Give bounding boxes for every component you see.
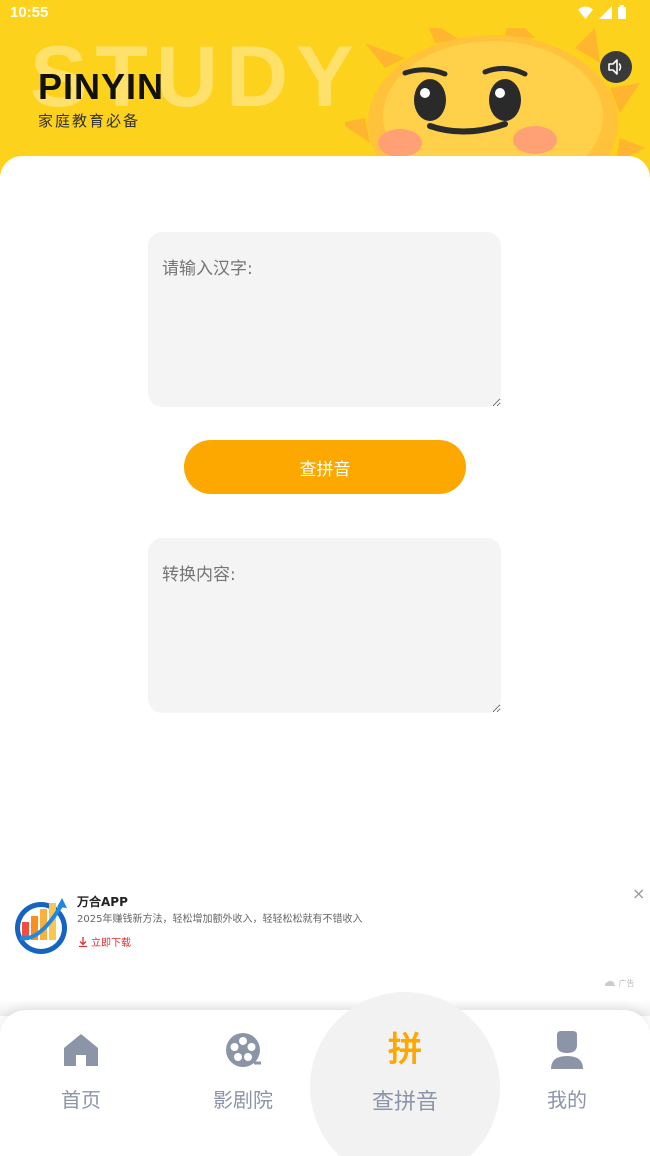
header-banner: 10:55 STUDY PINYIN 家庭教育必备: [0, 0, 650, 180]
ad-cta-label: 立即下载: [91, 938, 131, 949]
nav-item-home[interactable]: 首页: [16, 1030, 146, 1130]
speaker-icon: [608, 59, 622, 75]
brand-subtitle: 家庭教育必备: [38, 112, 141, 130]
status-icons: [578, 5, 626, 19]
nav-item-pinyin[interactable]: 拼 查拼音: [340, 1030, 470, 1130]
home-icon: [61, 1030, 101, 1070]
ad-banner[interactable]: 万合APP 2025年赚钱新方法，轻松增加额外收入，轻轻松松就有不错收入 立即下…: [0, 878, 650, 998]
user-icon: [547, 1030, 587, 1070]
download-icon: [79, 936, 87, 947]
nav-label-mine: 我的: [547, 1088, 587, 1112]
pin-char-glyph: 拼: [388, 1030, 422, 1070]
nav-item-mine[interactable]: 我的: [502, 1030, 632, 1130]
converted-output[interactable]: [148, 538, 501, 713]
hanzi-input[interactable]: [148, 232, 501, 407]
query-pinyin-button[interactable]: 查拼音: [184, 440, 466, 494]
query-pinyin-label: 查拼音: [299, 459, 351, 480]
ad-title: 万合APP: [77, 895, 128, 909]
ad-mark-label: 广告: [618, 979, 635, 988]
nav-label-pinyin: 查拼音: [371, 1090, 438, 1115]
ad-download-link[interactable]: 立即下载: [78, 934, 131, 949]
pin-char-icon: 拼: [385, 1030, 425, 1070]
nav-item-theater[interactable]: 影剧院: [178, 1030, 308, 1130]
sound-toggle-button[interactable]: [600, 51, 632, 83]
ad-close-icon[interactable]: ×: [632, 884, 645, 903]
ad-description: 2025年赚钱新方法，轻松增加额外收入，轻轻松松就有不错收入: [77, 914, 363, 925]
status-bar: 10:55: [0, 0, 650, 28]
wifi-icon: [578, 6, 593, 19]
film-reel-icon: [223, 1030, 263, 1070]
nav-label-home: 首页: [61, 1088, 101, 1112]
signal-icon: [599, 5, 612, 19]
battery-icon: [618, 5, 626, 19]
nav-label-theater: 影剧院: [213, 1088, 273, 1112]
ad-app-logo-icon: [15, 898, 67, 954]
ad-mark: 广告: [604, 978, 635, 989]
status-time: 10:55: [10, 4, 49, 21]
brand-title: PINYIN: [38, 66, 165, 107]
cloud-icon: [605, 980, 615, 986]
